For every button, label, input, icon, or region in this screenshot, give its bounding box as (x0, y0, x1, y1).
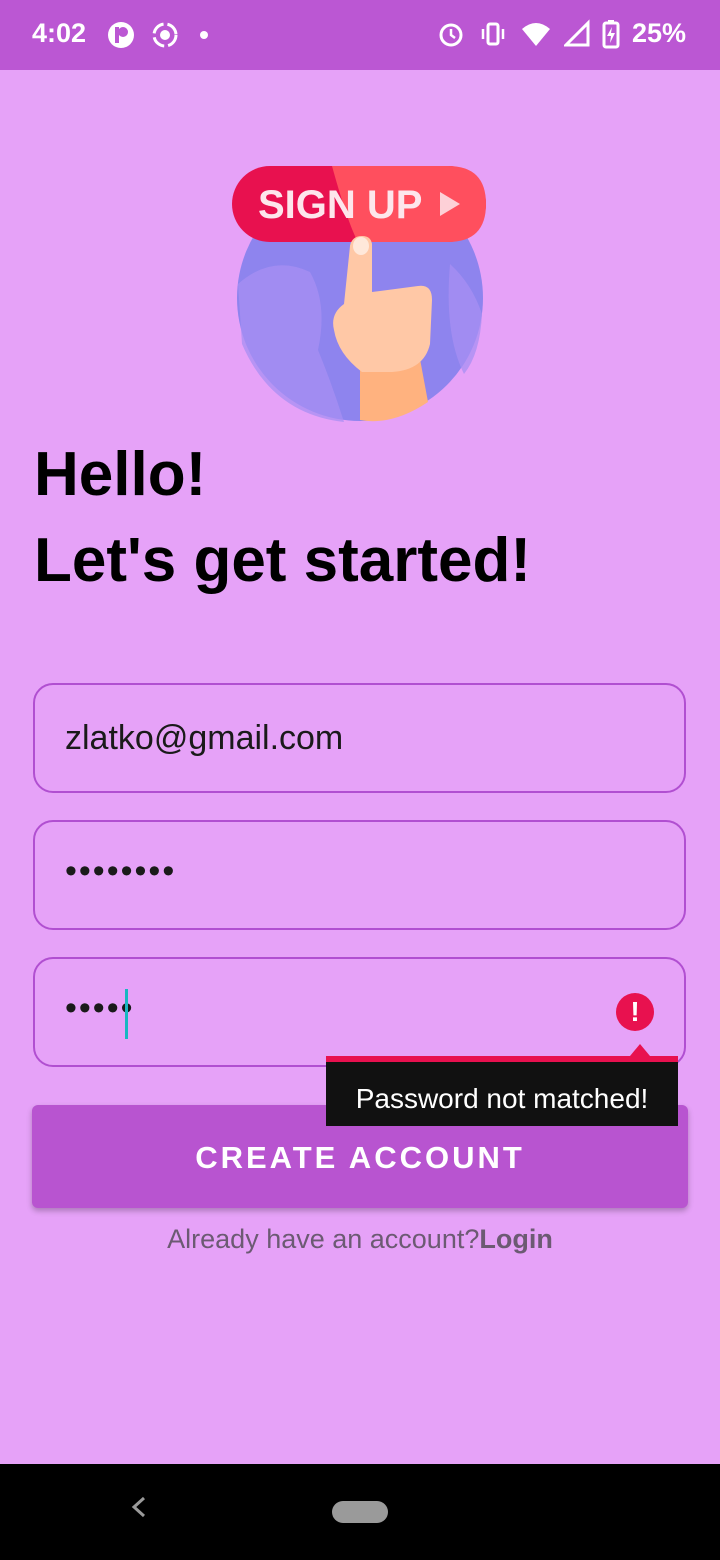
greeting-line-1: Hello! (34, 440, 207, 509)
greeting-line-2: Let's get started! (34, 526, 532, 595)
error-icon[interactable]: ! (616, 993, 654, 1031)
back-icon[interactable] (126, 1490, 150, 1533)
signal-icon (563, 18, 590, 46)
dot-icon (200, 31, 208, 39)
error-tooltip: Password not matched! (326, 1056, 678, 1126)
login-link[interactable]: Login (479, 1224, 552, 1254)
create-account-label: CREATE ACCOUNT (195, 1140, 525, 1175)
status-time: 4:02 (32, 18, 87, 48)
email-field[interactable]: zlatko@gmail.com (33, 683, 686, 793)
wifi-icon (521, 22, 550, 46)
status-bar: 4:02 25% (0, 0, 720, 70)
battery-percentage: 25% (631, 18, 686, 48)
sign-up-illustration: SIGN UP (232, 166, 486, 422)
home-pill-icon[interactable] (332, 1501, 388, 1523)
tooltip-arrow (630, 1044, 650, 1056)
alarm-icon (439, 23, 463, 46)
vibrate-icon (481, 22, 505, 45)
confirm-password-field[interactable]: ••••• ! (33, 957, 686, 1067)
greeting-heading: Hello! Let's get started! (34, 432, 531, 604)
text-cursor (125, 989, 128, 1039)
battery-charging-icon (602, 19, 620, 48)
password-field[interactable]: •••••••• (33, 820, 686, 930)
login-prompt-text: Already have an account? (167, 1224, 480, 1254)
login-prompt: Already have an account?Login (0, 1224, 720, 1255)
sign-up-text: SIGN UP (258, 183, 422, 227)
p-icon (108, 22, 134, 48)
status-right-icons: 25% (436, 18, 686, 49)
email-value: zlatko@gmail.com (65, 719, 344, 757)
screen-record-icon (152, 22, 178, 48)
password-value: •••••••• (65, 852, 177, 890)
status-left-icons (106, 20, 214, 50)
